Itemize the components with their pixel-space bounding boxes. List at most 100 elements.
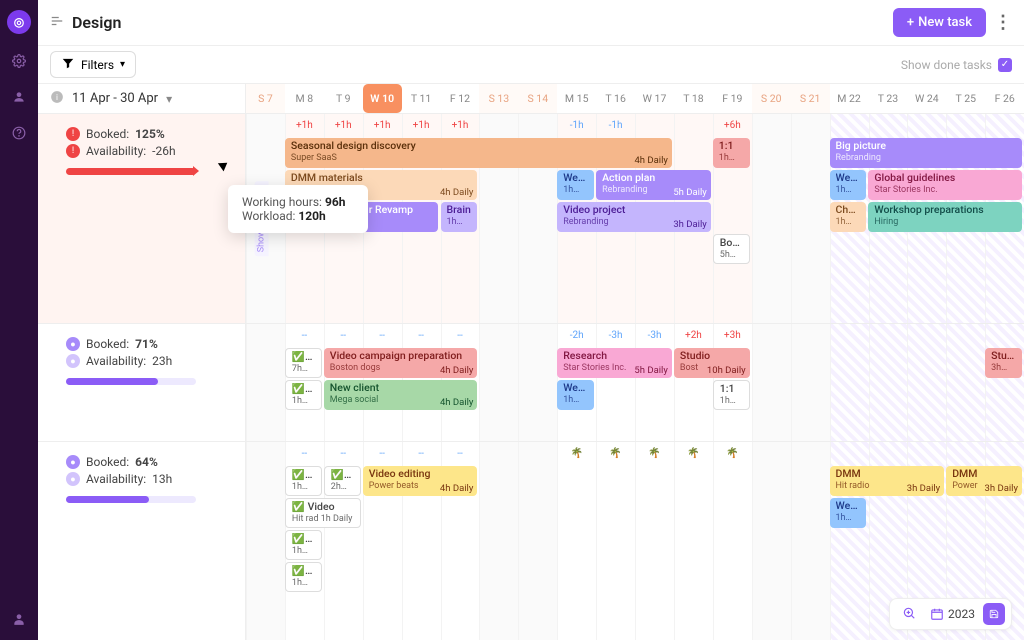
- task-card[interactable]: Video campaign preparationBoston dogs4h …: [324, 348, 478, 378]
- task-duration: 4h Daily: [634, 155, 667, 166]
- day-header[interactable]: T 23: [869, 84, 908, 113]
- task-name: ✅ We: [292, 469, 315, 482]
- task-card[interactable]: Action planRebranding5h Daily: [596, 170, 711, 200]
- help-icon[interactable]: [10, 124, 28, 142]
- year-picker[interactable]: 2023: [928, 607, 977, 621]
- plus-icon: +: [907, 15, 914, 30]
- day-header[interactable]: M 8: [285, 84, 324, 113]
- day-header[interactable]: M 22: [830, 84, 869, 113]
- task-name: DMM: [836, 468, 939, 481]
- day-header[interactable]: T 11: [402, 84, 441, 113]
- task-card[interactable]: ✅ 1:11h…: [285, 530, 322, 560]
- task-duration: 5h Daily: [673, 187, 706, 198]
- day-header[interactable]: M 15: [557, 84, 596, 113]
- task-card[interactable]: DMMPower3h Daily: [946, 466, 1022, 496]
- app-logo-icon[interactable]: ◎: [7, 10, 31, 34]
- task-name: Seasonal design discovery: [291, 140, 666, 153]
- task-card[interactable]: Seasonal design discoverySuper SaaS4h Da…: [285, 138, 672, 168]
- day-header[interactable]: F 19: [713, 84, 752, 113]
- task-subtitle: 3h…: [991, 363, 1016, 374]
- filters-button[interactable]: Filters ▾: [50, 51, 136, 78]
- task-card[interactable]: ✅ We1h…: [285, 380, 322, 410]
- task-card[interactable]: Week1h…: [830, 498, 867, 528]
- task-duration: 10h Daily: [707, 365, 746, 376]
- user-row-amy: amy ●Booked: 64% ●Availability: 13h: [38, 442, 245, 640]
- task-subtitle: 1h…: [292, 578, 315, 589]
- workload-bar[interactable]: [66, 496, 196, 503]
- alert-icon: !: [66, 144, 80, 158]
- info-icon[interactable]: i: [50, 90, 64, 107]
- task-card[interactable]: ✅ Pla7h…: [285, 348, 322, 378]
- task-card[interactable]: Week1h…: [557, 170, 594, 200]
- task-card[interactable]: Workshop preparationsHiring: [868, 202, 1022, 232]
- task-card[interactable]: ResearchStar Stories Inc.5h Daily: [557, 348, 672, 378]
- day-header[interactable]: S 20: [752, 84, 791, 113]
- save-icon[interactable]: [983, 603, 1005, 625]
- task-card[interactable]: Week1h…: [830, 170, 867, 200]
- show-done-checkbox[interactable]: ✓: [998, 58, 1012, 72]
- task-card[interactable]: Board5h…: [713, 234, 750, 264]
- task-subtitle: Hiring: [874, 217, 1016, 228]
- day-header[interactable]: W 10: [363, 84, 402, 113]
- zoom-icon[interactable]: [896, 606, 922, 623]
- task-name: DMM materials: [291, 172, 472, 185]
- user-avatar-icon[interactable]: [10, 610, 28, 628]
- task-card[interactable]: Studio3h…: [985, 348, 1022, 378]
- task-card[interactable]: Big pictureRebranding: [830, 138, 1023, 168]
- task-card[interactable]: ✅ PR1h…: [285, 562, 322, 592]
- task-card[interactable]: Week1h…: [557, 380, 594, 410]
- workload-bar[interactable]: [66, 168, 196, 175]
- task-card[interactable]: r Revamp: [363, 202, 439, 232]
- task-subtitle: 1h…: [719, 153, 744, 164]
- day-header[interactable]: S 14: [518, 84, 557, 113]
- new-task-button[interactable]: +New task: [893, 8, 986, 37]
- user-row-jane: jane !Booked: 125% !Availability: -26h S…: [38, 114, 245, 324]
- task-card[interactable]: New clientMega social4h Daily: [324, 380, 478, 410]
- task-name: Week: [836, 500, 861, 513]
- task-card[interactable]: DMMHit radio3h Daily: [830, 466, 945, 496]
- task-card[interactable]: Global guidelinesStar Stories Inc.: [868, 170, 1022, 200]
- task-card[interactable]: Video editingPower beats4h Daily: [363, 466, 478, 496]
- day-header[interactable]: S 13: [479, 84, 518, 113]
- task-name: Big picture: [836, 140, 1017, 153]
- task-name: ✅ Video: [292, 501, 354, 514]
- task-subtitle: 1h…: [563, 395, 588, 406]
- task-card[interactable]: StudioBost10h Daily: [674, 348, 750, 378]
- task-name: ✅ 1:1: [292, 533, 315, 546]
- show-done-label: Show done tasks: [901, 58, 992, 72]
- task-card[interactable]: Brain1h…: [441, 202, 478, 232]
- menu-icon[interactable]: [50, 14, 64, 31]
- day-header[interactable]: F 26: [985, 84, 1024, 113]
- day-header[interactable]: W 17: [635, 84, 674, 113]
- chevron-down-icon: ▾: [120, 59, 125, 70]
- kebab-menu-icon[interactable]: ⋮: [994, 12, 1012, 33]
- task-name: ✅ PR: [292, 565, 315, 578]
- alert-icon: !: [66, 127, 80, 141]
- chevron-down-icon[interactable]: ▾: [166, 92, 172, 106]
- people-icon[interactable]: [10, 88, 28, 106]
- day-header[interactable]: S 21: [791, 84, 830, 113]
- day-header[interactable]: W 24: [907, 84, 946, 113]
- task-card[interactable]: Video projectRebranding3h Daily: [557, 202, 711, 232]
- task-card[interactable]: ✅ VideoHit rad 1h Daily: [285, 498, 361, 528]
- day-header[interactable]: F 12: [441, 84, 480, 113]
- day-header[interactable]: T 9: [324, 84, 363, 113]
- task-card[interactable]: ✅ We1h…: [285, 466, 322, 496]
- day-header[interactable]: T 18: [674, 84, 713, 113]
- filter-icon: [61, 56, 75, 73]
- task-name: ✅ Pla: [292, 351, 315, 364]
- gear-icon[interactable]: [10, 52, 28, 70]
- task-duration: 3h Daily: [673, 219, 706, 230]
- day-header[interactable]: S 7: [246, 84, 285, 113]
- day-header[interactable]: T 25: [946, 84, 985, 113]
- task-subtitle: 1h…: [292, 482, 315, 493]
- task-subtitle: Rebranding: [836, 153, 1017, 164]
- date-range[interactable]: 11 Apr - 30 Apr: [72, 91, 158, 106]
- task-card[interactable]: ✅ Pla2h…: [324, 466, 361, 496]
- task-card[interactable]: 1:11h…: [713, 380, 750, 410]
- day-header[interactable]: T 16: [596, 84, 635, 113]
- task-card[interactable]: Check1h…: [830, 202, 867, 232]
- task-name: Brain: [447, 204, 472, 217]
- workload-bar[interactable]: [66, 378, 196, 385]
- task-card[interactable]: 1:11h…: [713, 138, 750, 168]
